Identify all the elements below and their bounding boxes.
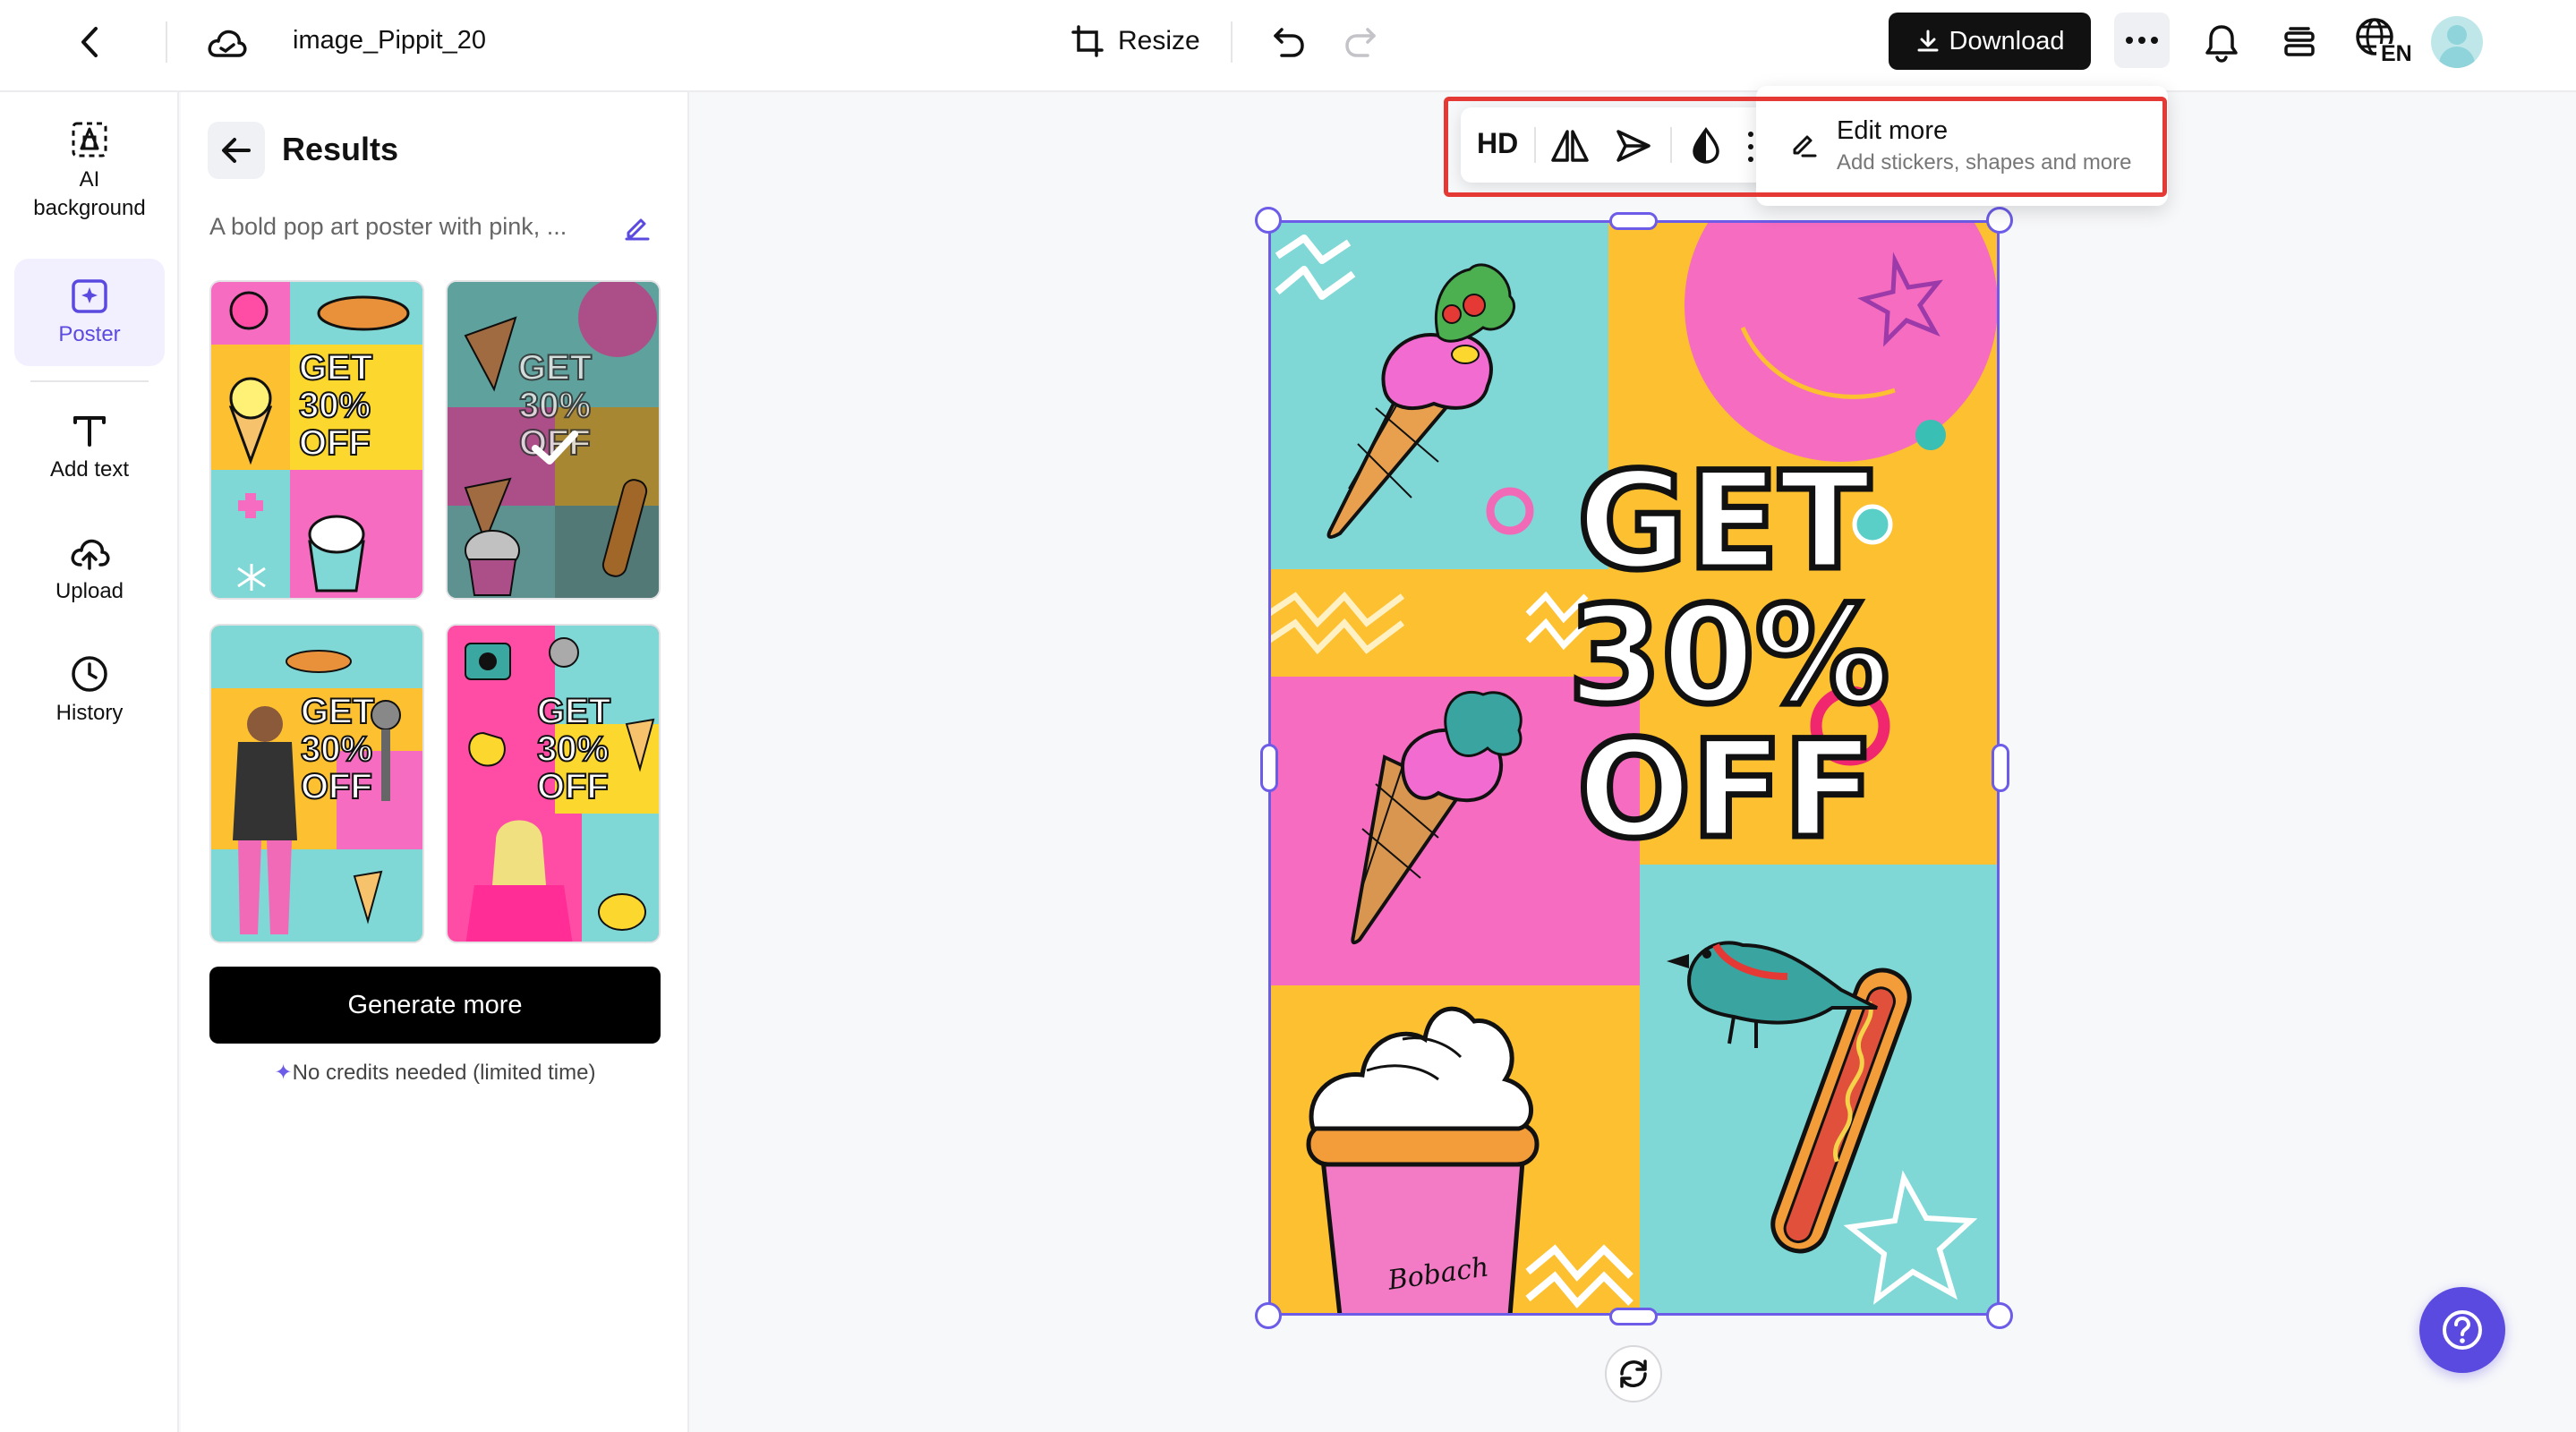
divider — [1231, 21, 1233, 63]
result-thumbnail[interactable]: GET 30% OFF — [446, 624, 661, 943]
history-icon — [72, 656, 107, 692]
rotate-handle[interactable] — [1605, 1345, 1662, 1402]
rail-item-poster[interactable]: Poster — [14, 259, 165, 366]
resize-handle-right[interactable] — [1992, 744, 2009, 792]
rail-item-upload[interactable]: Upload — [14, 533, 165, 622]
rail-label: Add text — [49, 457, 130, 482]
checkmark-icon — [532, 430, 578, 465]
thumbnail-headline: GET 30% OFF — [298, 348, 373, 463]
bell-icon[interactable] — [2196, 18, 2247, 68]
download-icon — [1917, 30, 1938, 52]
resize-icon — [1071, 25, 1104, 57]
back-arrow-icon[interactable] — [70, 21, 111, 63]
sparkle-icon: ✦ — [274, 1061, 293, 1085]
file-name[interactable]: image_Pippit_20 — [293, 24, 486, 56]
thumbnail-headline: GET 30% OFF — [536, 692, 611, 806]
rotate-icon — [1620, 1360, 1647, 1388]
divider — [166, 21, 167, 63]
resize-handle-top-left[interactable] — [1255, 207, 1282, 234]
prompt-text: A bold pop art poster with pink, ... — [209, 213, 567, 240]
language-code: EN — [2381, 41, 2412, 66]
redo-icon[interactable] — [1338, 20, 1383, 64]
rail-item-history[interactable]: History — [14, 654, 165, 744]
selection-frame — [1268, 220, 2000, 1316]
panel-title: Results — [282, 131, 399, 167]
result-thumbnail-selected[interactable]: GET 30% OFF — [446, 280, 661, 600]
highlight-box — [1444, 97, 2167, 197]
rail-label: History — [55, 701, 124, 725]
resize-button[interactable]: Resize — [1070, 20, 1200, 63]
upload-icon — [71, 539, 110, 570]
pencil-edit-icon[interactable] — [623, 213, 652, 246]
download-button[interactable]: Download — [1889, 13, 2091, 70]
rail-label: Poster — [58, 322, 121, 346]
resize-label: Resize — [1118, 26, 1200, 55]
result-thumbnail[interactable]: GET 30% OFF — [209, 280, 424, 600]
question-mark-icon — [2443, 1310, 2482, 1350]
results-back-button[interactable] — [208, 122, 265, 179]
cloud-sync-icon[interactable] — [204, 20, 251, 66]
language-globe-icon[interactable]: EN — [2352, 14, 2412, 70]
avatar[interactable] — [2431, 16, 2483, 68]
top-bar: image_Pippit_20 Resize Download EN — [0, 0, 2576, 92]
credits-note: ✦No credits needed (limited time) — [209, 1060, 661, 1086]
resize-handle-left[interactable] — [1260, 744, 1278, 792]
rail-divider — [30, 380, 149, 382]
arrow-left-icon — [222, 138, 251, 163]
ai-background-icon — [72, 122, 107, 158]
layers-stack-icon[interactable] — [2274, 18, 2324, 68]
undo-icon[interactable] — [1267, 20, 1311, 64]
resize-handle-bottom-right[interactable] — [1986, 1302, 2013, 1329]
thumbnail-headline: GET 30% OFF — [300, 692, 375, 806]
credits-text: No credits needed (limited time) — [292, 1061, 596, 1085]
more-dots-icon — [2126, 37, 2158, 44]
rail-label: Upload — [55, 579, 124, 603]
rail-label: AI background — [33, 167, 146, 220]
more-options-button[interactable] — [2114, 13, 2170, 68]
resize-handle-bottom[interactable] — [1609, 1308, 1658, 1325]
poster-icon — [72, 279, 107, 313]
download-label: Download — [1949, 26, 2065, 55]
help-button[interactable] — [2419, 1287, 2505, 1373]
result-thumbnail[interactable]: GET 30% OFF — [209, 624, 424, 943]
rail-item-ai-background[interactable]: AI background — [14, 119, 165, 226]
left-rail: AI background Poster Add text Upload His… — [0, 92, 179, 1432]
resize-handle-bottom-left[interactable] — [1255, 1302, 1282, 1329]
resize-handle-top-right[interactable] — [1986, 207, 2013, 234]
resize-handle-top[interactable] — [1609, 212, 1658, 230]
text-icon — [73, 416, 106, 447]
generate-more-button[interactable]: Generate more — [209, 967, 661, 1044]
rail-item-add-text[interactable]: Add text — [14, 411, 165, 500]
